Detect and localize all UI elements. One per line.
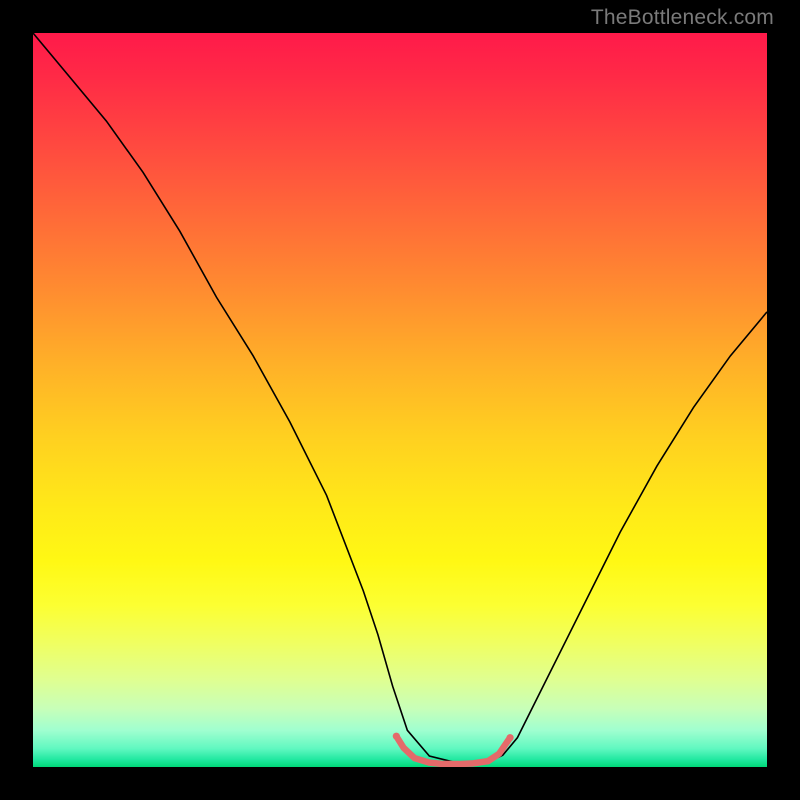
chart-frame: TheBottleneck.com [0, 0, 800, 800]
plot-area [33, 33, 767, 767]
curve-layer [33, 33, 767, 767]
series-black-curve [33, 33, 767, 763]
series-red-highlight-cap [393, 733, 400, 740]
watermark-text: TheBottleneck.com [591, 6, 774, 30]
series-red-highlight-cap [507, 734, 514, 741]
series-red-highlight [396, 736, 510, 764]
